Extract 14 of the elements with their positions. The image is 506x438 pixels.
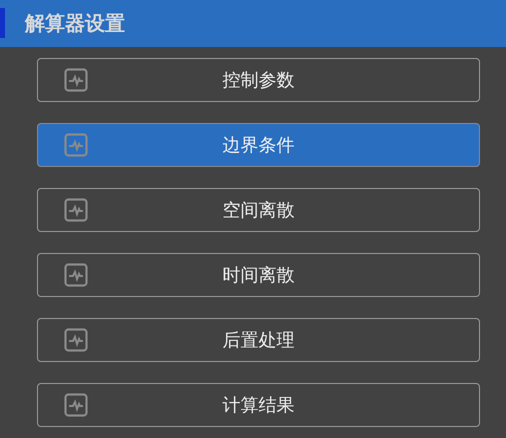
waveform-icon xyxy=(64,263,88,287)
accent-bar xyxy=(0,8,5,38)
menu-button[interactable]: 时间离散 xyxy=(37,253,480,297)
waveform-icon xyxy=(64,68,88,92)
waveform-icon xyxy=(64,133,88,157)
waveform-icon xyxy=(64,328,88,352)
waveform-icon xyxy=(64,198,88,222)
menu-button[interactable]: 边界条件 xyxy=(37,123,480,167)
menu-button[interactable]: 后置处理 xyxy=(37,318,480,362)
menu-button[interactable]: 计算结果 xyxy=(37,383,480,427)
menu-button[interactable]: 控制参数 xyxy=(37,58,480,102)
waveform-icon xyxy=(64,393,88,417)
menu-button[interactable]: 空间离散 xyxy=(37,188,480,232)
panel-title: 解算器设置 xyxy=(25,10,125,37)
